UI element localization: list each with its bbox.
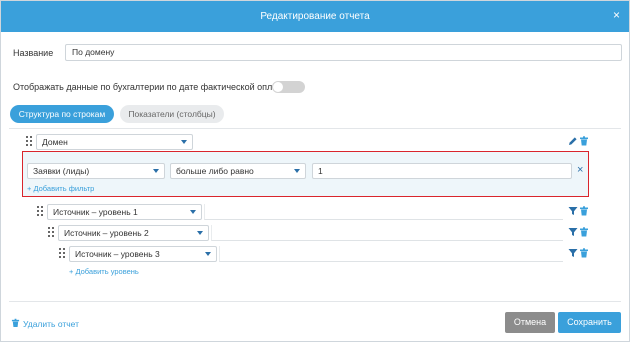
chevron-down-icon <box>197 231 203 235</box>
accounting-label: Отображать данные по бухгалтерии по дате… <box>13 82 288 92</box>
filter-field-value: Заявки (лиды) <box>33 166 90 176</box>
footer-divider <box>9 301 621 302</box>
filter-funnel-icon[interactable] <box>568 227 578 237</box>
delete-report-link[interactable]: Удалить отчет <box>23 319 79 329</box>
filter-funnel-icon[interactable] <box>568 206 578 216</box>
level-2-value: Источник – уровень 2 <box>64 228 149 238</box>
level-1-filter-input[interactable] <box>204 204 563 220</box>
filter-field-select[interactable]: Заявки (лиды) <box>27 163 165 179</box>
save-button[interactable]: Сохранить <box>558 312 621 333</box>
toggle-knob <box>273 82 283 92</box>
row-dimension-value: Домен <box>42 137 68 147</box>
filter-operator-value: больше либо равно <box>176 166 254 176</box>
level-3-value: Источник – уровень 3 <box>75 249 160 259</box>
add-filter-link[interactable]: + Добавить фильтр <box>27 184 94 193</box>
tab-rows-structure[interactable]: Структура по строкам <box>10 105 114 123</box>
add-level-link[interactable]: + Добавить уровень <box>69 267 139 276</box>
chevron-down-icon <box>153 169 159 173</box>
tabs-divider <box>9 128 621 129</box>
level-2-select[interactable]: Источник – уровень 2 <box>58 225 209 241</box>
chevron-down-icon <box>181 140 187 144</box>
chevron-down-icon <box>190 210 196 214</box>
dialog-title: Редактирование отчета <box>260 11 370 22</box>
drag-handle-icon[interactable] <box>48 226 56 240</box>
name-input[interactable]: По домену <box>65 44 622 61</box>
level-1-select[interactable]: Источник – уровень 1 <box>47 204 202 220</box>
chevron-down-icon <box>205 252 211 256</box>
trash-icon[interactable] <box>579 248 589 258</box>
edit-report-dialog: Редактирование отчета × Название По доме… <box>0 0 630 342</box>
name-label: Название <box>13 48 54 58</box>
drag-handle-icon[interactable] <box>37 205 45 219</box>
row-dimension-select[interactable]: Домен <box>36 134 193 150</box>
chevron-down-icon <box>294 169 300 173</box>
level-1-value: Источник – уровень 1 <box>53 207 138 217</box>
trash-icon[interactable] <box>579 206 589 216</box>
accounting-toggle[interactable] <box>272 81 305 93</box>
drag-handle-icon[interactable] <box>26 135 34 149</box>
cancel-button[interactable]: Отмена <box>505 312 555 333</box>
level-2-filter-input[interactable] <box>211 225 563 241</box>
filter-value-input[interactable]: 1 <box>312 163 572 179</box>
level-3-select[interactable]: Источник – уровень 3 <box>69 246 217 262</box>
trash-icon[interactable] <box>579 136 589 146</box>
drag-handle-icon[interactable] <box>59 247 67 261</box>
close-icon[interactable]: × <box>613 9 620 21</box>
edit-pencil-icon[interactable] <box>568 136 578 146</box>
trash-icon[interactable] <box>579 227 589 237</box>
trash-icon[interactable] <box>11 318 20 328</box>
dialog-header: Редактирование отчета × <box>1 1 629 32</box>
tab-columns-metrics[interactable]: Показатели (столбцы) <box>120 105 224 123</box>
filter-panel: Заявки (лиды) больше либо равно 1 × + До… <box>22 151 589 197</box>
filter-operator-select[interactable]: больше либо равно <box>170 163 306 179</box>
level-3-filter-input[interactable] <box>219 246 563 262</box>
filter-funnel-icon[interactable] <box>568 248 578 258</box>
remove-filter-icon[interactable]: × <box>577 164 583 176</box>
